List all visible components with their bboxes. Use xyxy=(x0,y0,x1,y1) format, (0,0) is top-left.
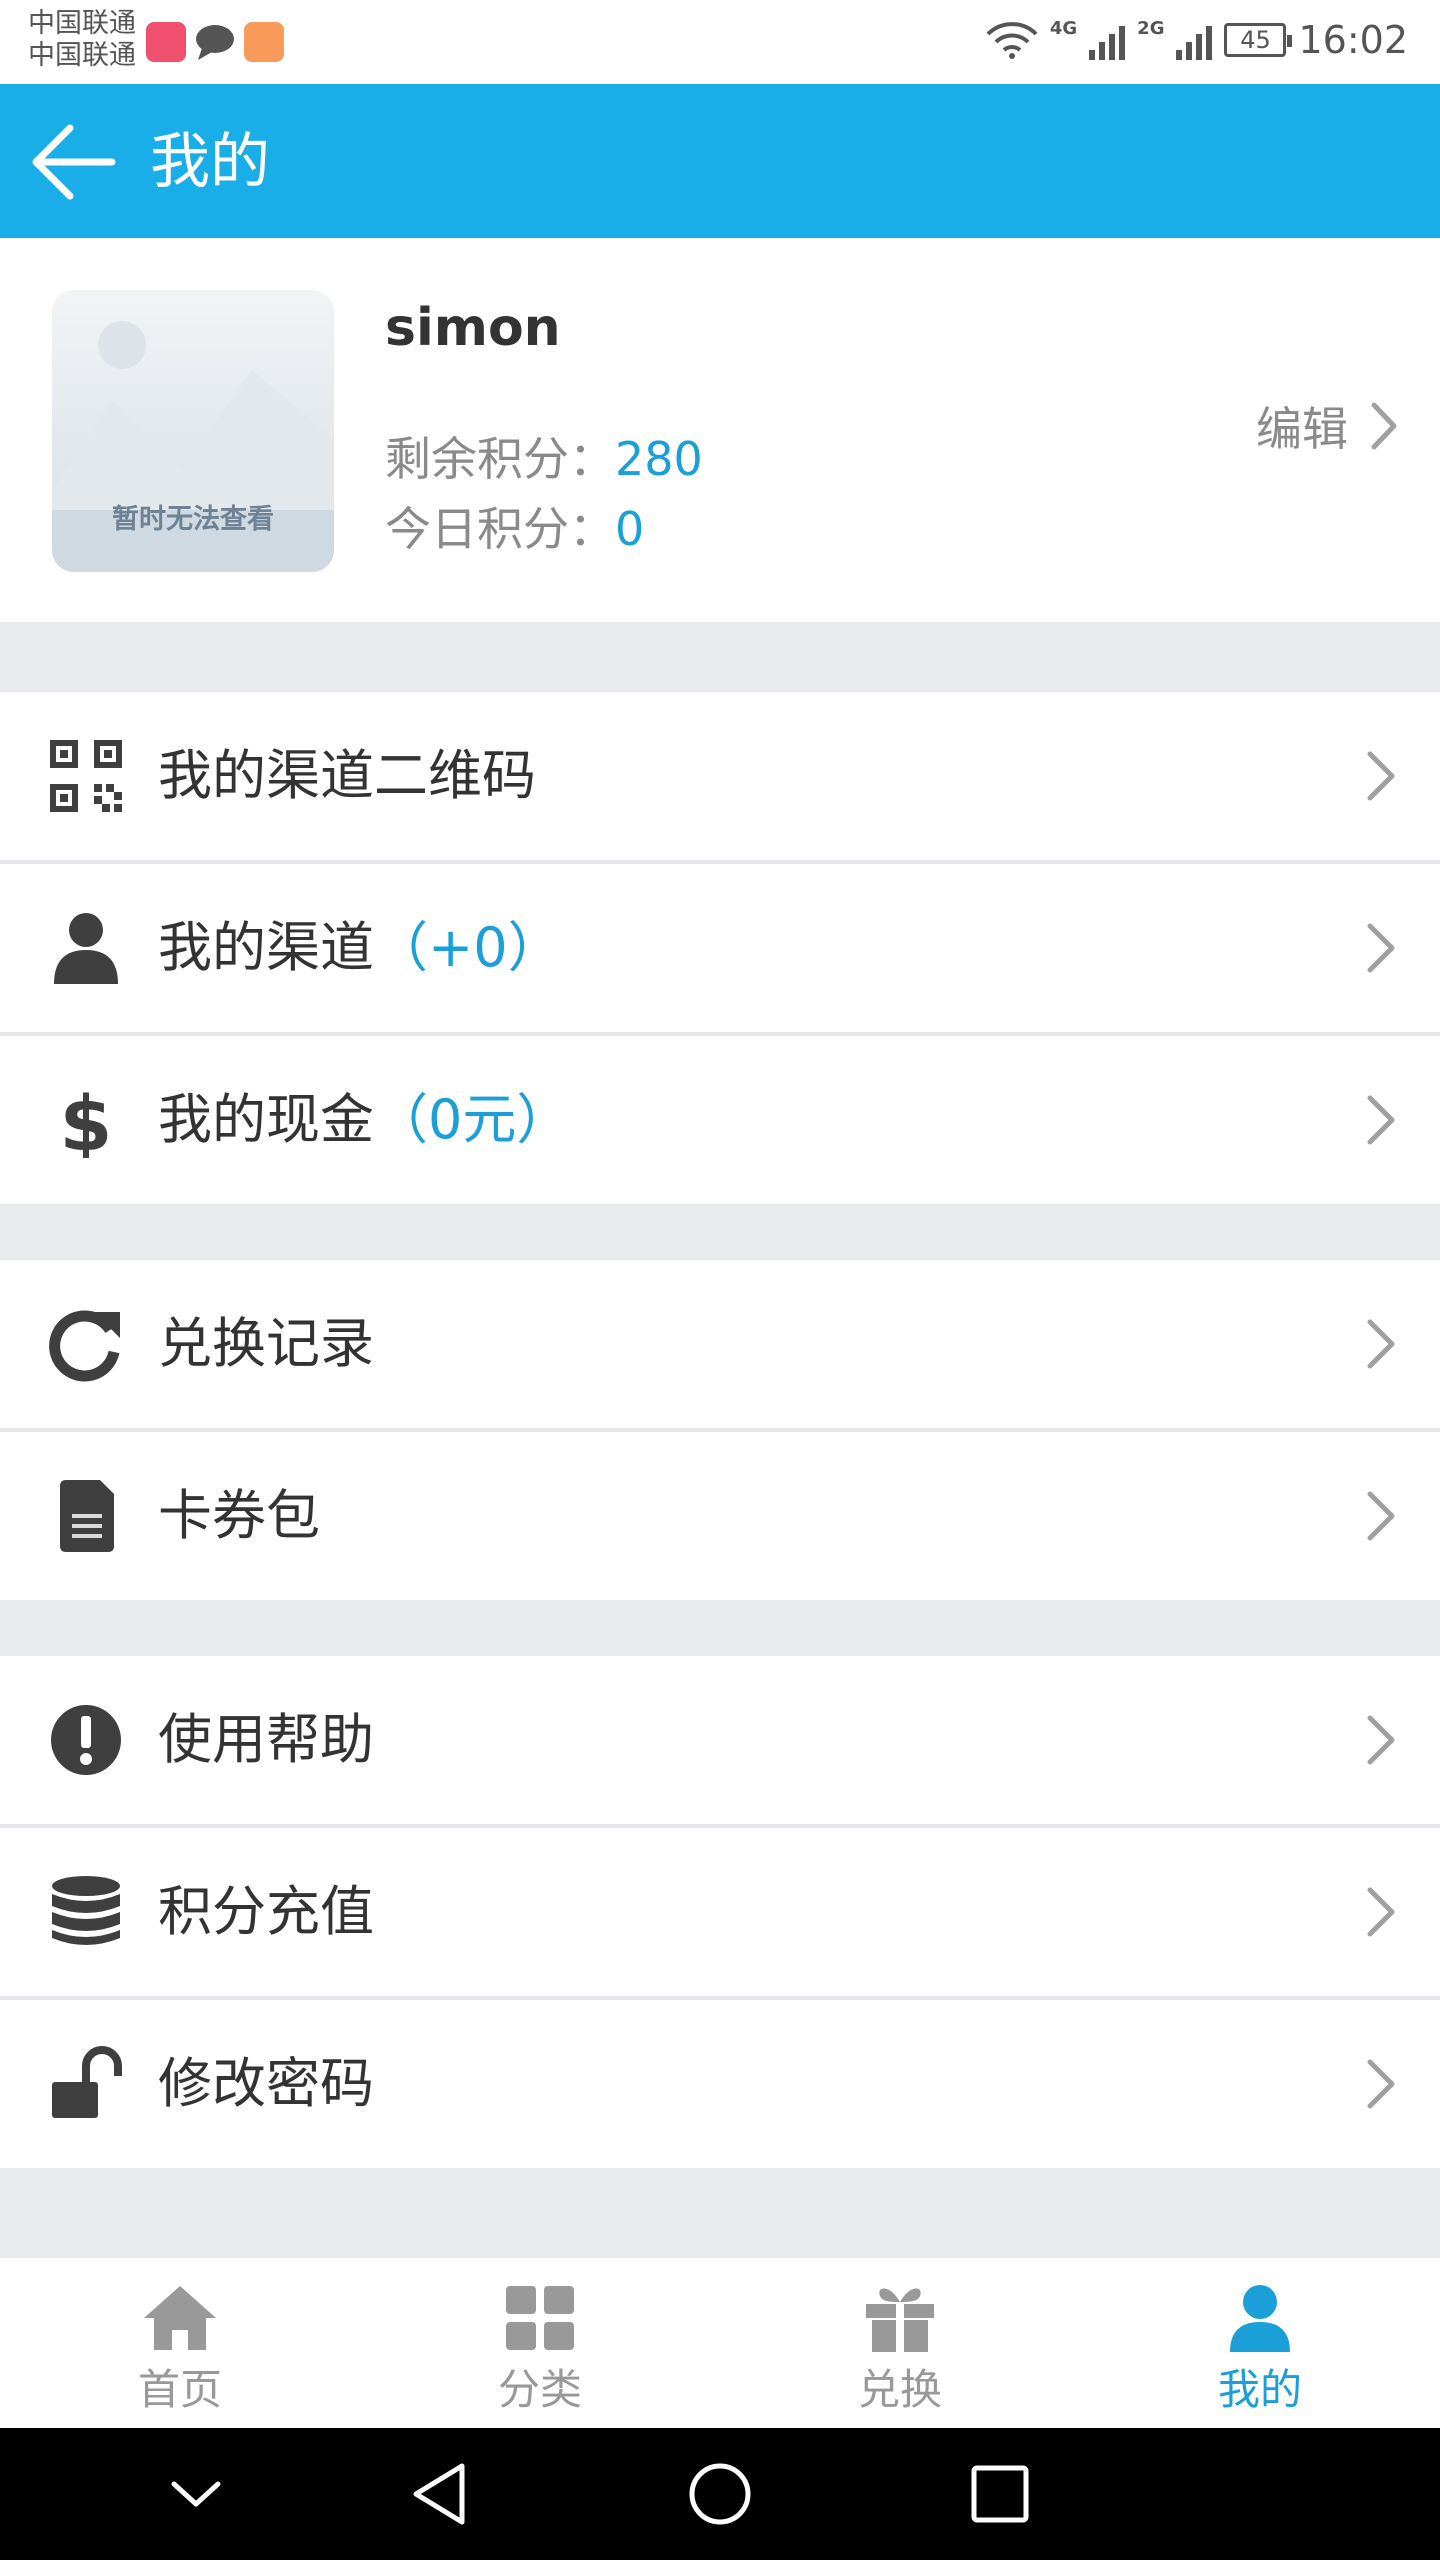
database-icon xyxy=(52,1876,120,1945)
notification-icons xyxy=(146,22,284,62)
avatar-placeholder-text: 暂时无法查看 xyxy=(112,504,274,535)
menu-item-points-recharge[interactable]: 积分充值 xyxy=(0,1828,1440,1996)
chevron-right-icon xyxy=(1367,1887,1395,1937)
app-notification-icon-2 xyxy=(244,22,284,62)
chevron-right-icon xyxy=(1367,923,1395,973)
chevron-right-icon xyxy=(1367,1491,1395,1541)
status-bar: 中国联通 中国联通 4G 2G 45 16:02 xyxy=(0,0,1440,84)
home-circle-icon[interactable] xyxy=(684,2458,756,2530)
menu-item-label: 积分充值 xyxy=(158,1880,374,1943)
tab-category[interactable]: 分类 xyxy=(360,2258,720,2428)
menu-item-label: 我的渠道（+0） xyxy=(158,916,562,979)
today-points: 今日积分：0 xyxy=(385,493,644,559)
tab-label: 首页 xyxy=(137,2365,222,2414)
tab-home[interactable]: 首页 xyxy=(0,2258,360,2428)
carrier-info: 中国联通 中国联通 xyxy=(28,8,136,72)
tab-mine[interactable]: 我的 xyxy=(1080,2258,1440,2428)
clock: 16:02 xyxy=(1298,18,1408,62)
menu-item-exchange-records[interactable]: 兑换记录 xyxy=(0,1260,1440,1428)
menu-item-label: 修改密码 xyxy=(158,2052,374,2115)
carrier-2: 中国联通 xyxy=(28,40,136,71)
chevron-right-icon xyxy=(1367,2059,1395,2109)
battery-icon: 45 xyxy=(1224,23,1293,57)
menu-item-label: 卡券包 xyxy=(158,1484,320,1547)
gift-icon xyxy=(866,2288,934,2352)
menu-item-coupon-wallet[interactable]: 卡券包 xyxy=(0,1432,1440,1600)
menu-item-change-password[interactable]: 修改密码 xyxy=(0,2000,1440,2168)
tab-exchange[interactable]: 兑换 xyxy=(720,2258,1080,2428)
edit-label: 编辑 xyxy=(1256,402,1348,456)
menu-item-channel-qrcode[interactable]: 我的渠道二维码 xyxy=(0,692,1440,860)
chevron-right-icon xyxy=(1371,402,1397,450)
menu-item-my-channel[interactable]: 我的渠道（+0） xyxy=(0,864,1440,1032)
menu-item-label: 使用帮助 xyxy=(158,1708,374,1771)
status-indicators: 4G 2G 45 16:02 xyxy=(986,18,1408,62)
tab-label: 我的 xyxy=(1217,2365,1302,2414)
network-type-2: 2G xyxy=(1137,18,1165,39)
qr-code-icon xyxy=(50,740,122,812)
menu-item-label: 兑换记录 xyxy=(158,1312,374,1375)
signal-strength-icon xyxy=(1089,20,1126,60)
network-type-1: 4G xyxy=(1049,18,1078,39)
remaining-points: 剩余积分：280 xyxy=(385,423,703,489)
system-navigation-bar xyxy=(0,2428,1440,2560)
grid-icon xyxy=(506,2286,574,2350)
chevron-down-icon[interactable] xyxy=(160,2458,232,2530)
remaining-points-label: 剩余积分： xyxy=(385,432,615,486)
chat-bubble-icon xyxy=(196,25,234,60)
chevron-right-icon xyxy=(1367,751,1395,801)
dollar-icon: $ xyxy=(60,1082,113,1158)
menu-item-label: 我的现金（0元） xyxy=(158,1088,571,1151)
back-triangle-icon[interactable] xyxy=(404,2458,476,2530)
svg-text:$: $ xyxy=(60,1082,113,1158)
page-title: 我的 xyxy=(150,127,270,197)
menu-item-help[interactable]: 使用帮助 xyxy=(0,1656,1440,1824)
exclamation-icon xyxy=(51,1705,121,1775)
avatar[interactable]: 暂时无法查看 xyxy=(52,290,334,572)
person-icon xyxy=(54,913,118,984)
today-points-label: 今日积分： xyxy=(385,502,615,556)
channel-count: （+0） xyxy=(374,916,562,979)
app-header: 我的 xyxy=(0,84,1440,238)
chevron-right-icon xyxy=(1367,1095,1395,1145)
refresh-icon xyxy=(49,1310,120,1382)
edit-profile-button[interactable]: 编辑 xyxy=(1256,393,1400,459)
menu-item-my-cash[interactable]: $ 我的现金（0元） xyxy=(0,1036,1440,1204)
signal-strength-icon-2 xyxy=(1176,20,1213,60)
recent-apps-square-icon[interactable] xyxy=(964,2458,1036,2530)
remaining-points-value: 280 xyxy=(615,432,703,486)
tab-label: 分类 xyxy=(497,2365,582,2414)
app-notification-icon xyxy=(146,22,186,62)
menu-item-label: 我的渠道二维码 xyxy=(158,744,536,807)
carrier-1: 中国联通 xyxy=(28,8,136,39)
unlock-icon xyxy=(52,2046,122,2118)
document-icon xyxy=(60,1480,114,1552)
chevron-right-icon xyxy=(1367,1715,1395,1765)
bottom-tab-bar: 首页 分类 兑换 我的 xyxy=(0,2258,1440,2428)
today-points-value: 0 xyxy=(615,502,645,556)
profile-card: 暂时无法查看 simon 剩余积分：280 今日积分：0 编辑 xyxy=(0,238,1440,622)
back-arrow-icon[interactable] xyxy=(30,122,120,202)
chevron-right-icon xyxy=(1367,1319,1395,1369)
cash-amount: （0元） xyxy=(374,1088,571,1151)
wifi-icon xyxy=(986,22,1038,59)
tab-label: 兑换 xyxy=(857,2365,942,2414)
username: simon xyxy=(385,298,561,358)
user-icon xyxy=(1230,2285,1290,2352)
battery-level: 45 xyxy=(1240,26,1271,54)
home-icon xyxy=(144,2286,216,2350)
